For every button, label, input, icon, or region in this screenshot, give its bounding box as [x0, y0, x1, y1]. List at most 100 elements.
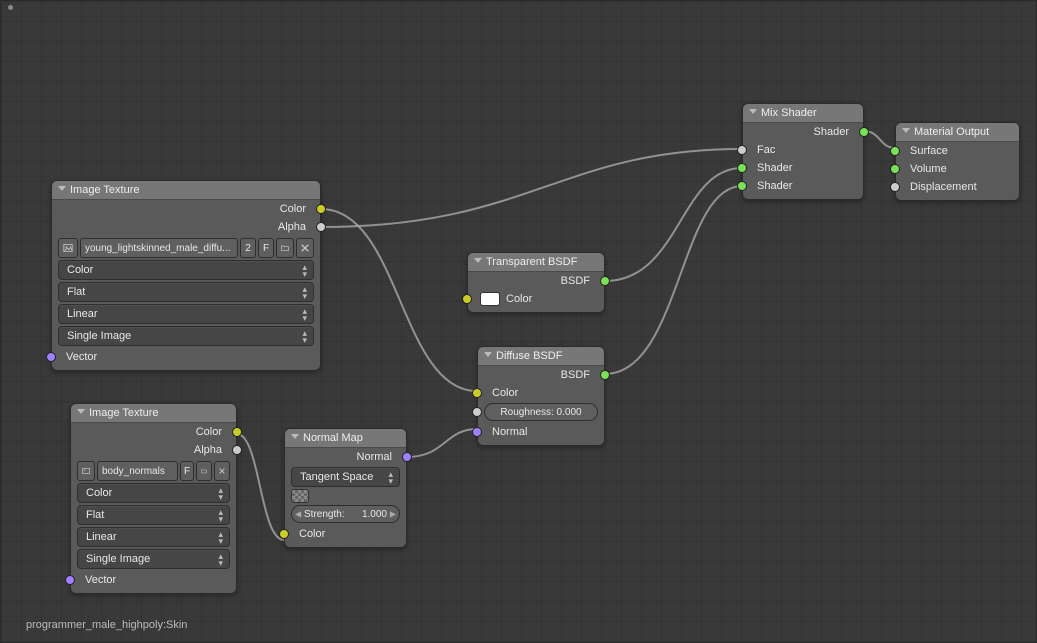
frame-mode-dropdown[interactable]: Single Image ▴▾: [58, 326, 314, 346]
socket-out-bsdf[interactable]: [600, 276, 610, 286]
node-image-texture-1[interactable]: Image Texture Color Alpha young_lightski…: [51, 180, 321, 371]
socket-in-vector[interactable]: [65, 575, 75, 585]
socket-in-normal[interactable]: [472, 427, 482, 437]
node-title: Mix Shader: [761, 107, 817, 119]
node-transparent-bsdf[interactable]: Transparent BSDF BSDF Color: [467, 252, 605, 313]
collapse-icon[interactable]: [474, 258, 482, 263]
color-swatch[interactable]: [480, 292, 500, 306]
collapse-icon[interactable]: [902, 128, 910, 133]
image-name-field[interactable]: young_lightskinned_male_diffu...: [80, 238, 238, 258]
image-name-field[interactable]: body_normals: [97, 461, 178, 481]
socket-in-shader1[interactable]: [737, 163, 747, 173]
output-row-bsdf: BSDF: [478, 366, 604, 384]
node-diffuse-bsdf[interactable]: Diffuse BSDF BSDF Color Roughness: 0.000…: [477, 346, 605, 446]
input-row-fac: Fac: [743, 141, 863, 159]
dropdown-label: Flat: [86, 509, 104, 521]
fake-user-button[interactable]: F: [258, 238, 274, 258]
image-browse-button[interactable]: [77, 461, 95, 481]
socket-in-color[interactable]: [462, 294, 472, 304]
socket-out-bsdf[interactable]: [600, 370, 610, 380]
fake-user-button[interactable]: F: [180, 461, 194, 481]
output-color-label: Color: [79, 426, 228, 438]
socket-out-color[interactable]: [316, 204, 326, 214]
socket-in-vector[interactable]: [46, 352, 56, 362]
dropdown-arrows-icon: ▴▾: [302, 286, 307, 300]
collapse-icon[interactable]: [58, 186, 66, 191]
input-row-shader2: Shader: [743, 177, 863, 195]
socket-out-shader[interactable]: [859, 127, 869, 137]
collapse-icon[interactable]: [749, 109, 757, 114]
roughness-field[interactable]: Roughness: 0.000: [484, 403, 598, 421]
decrement-icon[interactable]: ◀: [295, 510, 301, 519]
socket-in-color[interactable]: [279, 529, 289, 539]
projection-dropdown[interactable]: Flat ▴▾: [77, 505, 230, 525]
interpolation-dropdown[interactable]: Linear ▴▾: [77, 527, 230, 547]
node-mix-shader[interactable]: Mix Shader Shader Fac Shader Shader: [742, 103, 864, 200]
socket-in-color[interactable]: [472, 388, 482, 398]
input-row-color: Color: [285, 525, 406, 543]
dropdown-label: Tangent Space: [300, 471, 373, 483]
node-header[interactable]: Normal Map: [285, 429, 406, 448]
socket-in-displacement[interactable]: [890, 182, 900, 192]
node-header[interactable]: Transparent BSDF: [468, 253, 604, 272]
dropdown-arrows-icon: ▴▾: [388, 471, 393, 485]
space-dropdown[interactable]: Tangent Space ▴▾: [291, 467, 400, 487]
image-icon: [63, 242, 73, 254]
node-header[interactable]: Image Texture: [71, 404, 236, 423]
input-row-normal: Normal: [478, 423, 604, 441]
projection-dropdown[interactable]: Flat ▴▾: [58, 282, 314, 302]
dropdown-arrows-icon: ▴▾: [218, 509, 223, 523]
strength-field[interactable]: ◀ Strength: 1.000 ▶: [291, 505, 400, 523]
socket-in-shader2[interactable]: [737, 181, 747, 191]
node-header[interactable]: Image Texture: [52, 181, 320, 200]
socket-out-alpha[interactable]: [316, 222, 326, 232]
dropdown-arrows-icon: ▴▾: [218, 531, 223, 545]
socket-out-color[interactable]: [232, 427, 242, 437]
input-row-surface: Surface: [896, 142, 1019, 160]
dropdown-arrows-icon: ▴▾: [302, 264, 307, 278]
open-image-button[interactable]: [276, 238, 294, 258]
dropdown-arrows-icon: ▴▾: [302, 330, 307, 344]
node-image-texture-2[interactable]: Image Texture Color Alpha body_normals F…: [70, 403, 237, 594]
dropdown-label: Color: [86, 487, 112, 499]
unlink-image-button[interactable]: [214, 461, 230, 481]
socket-in-roughness[interactable]: [472, 407, 482, 417]
image-users-button[interactable]: 2: [240, 238, 256, 258]
node-material-output[interactable]: Material Output Surface Volume Displacem…: [895, 122, 1020, 201]
output-color-label: Color: [60, 203, 312, 215]
node-title: Diffuse BSDF: [496, 350, 562, 362]
input-row-shader1: Shader: [743, 159, 863, 177]
socket-out-normal[interactable]: [402, 452, 412, 462]
node-header[interactable]: Mix Shader: [743, 104, 863, 123]
node-header[interactable]: Diffuse BSDF: [478, 347, 604, 366]
node-header[interactable]: Material Output: [896, 123, 1019, 142]
uvmap-field[interactable]: [291, 489, 309, 503]
socket-out-alpha[interactable]: [232, 445, 242, 455]
node-title: Material Output: [914, 126, 989, 138]
output-shader-label: Shader: [751, 126, 855, 138]
folder-icon: [281, 242, 289, 254]
unlink-image-button[interactable]: [296, 238, 314, 258]
dropdown-label: Single Image: [86, 553, 150, 565]
collapse-icon[interactable]: [484, 352, 492, 357]
open-image-button[interactable]: [196, 461, 212, 481]
collapse-icon[interactable]: [291, 434, 299, 439]
input-shader1-label: Shader: [751, 162, 855, 174]
socket-in-volume[interactable]: [890, 164, 900, 174]
node-normal-map[interactable]: Normal Map Normal Tangent Space ▴▾ ◀ Str…: [284, 428, 407, 548]
color-space-dropdown[interactable]: Color ▴▾: [58, 260, 314, 280]
collapse-icon[interactable]: [77, 409, 85, 414]
image-datablock-row: body_normals F: [77, 461, 230, 481]
input-displacement-label: Displacement: [904, 181, 1011, 193]
socket-in-surface[interactable]: [890, 146, 900, 156]
dropdown-arrows-icon: ▴▾: [218, 553, 223, 567]
frame-mode-dropdown[interactable]: Single Image ▴▾: [77, 549, 230, 569]
input-row-volume: Volume: [896, 160, 1019, 178]
image-browse-button[interactable]: [58, 238, 78, 258]
input-row-color: Color: [468, 290, 604, 308]
increment-icon[interactable]: ▶: [390, 510, 396, 519]
interpolation-dropdown[interactable]: Linear ▴▾: [58, 304, 314, 324]
output-row-alpha: Alpha: [71, 441, 236, 459]
socket-in-fac[interactable]: [737, 145, 747, 155]
color-space-dropdown[interactable]: Color ▴▾: [77, 483, 230, 503]
